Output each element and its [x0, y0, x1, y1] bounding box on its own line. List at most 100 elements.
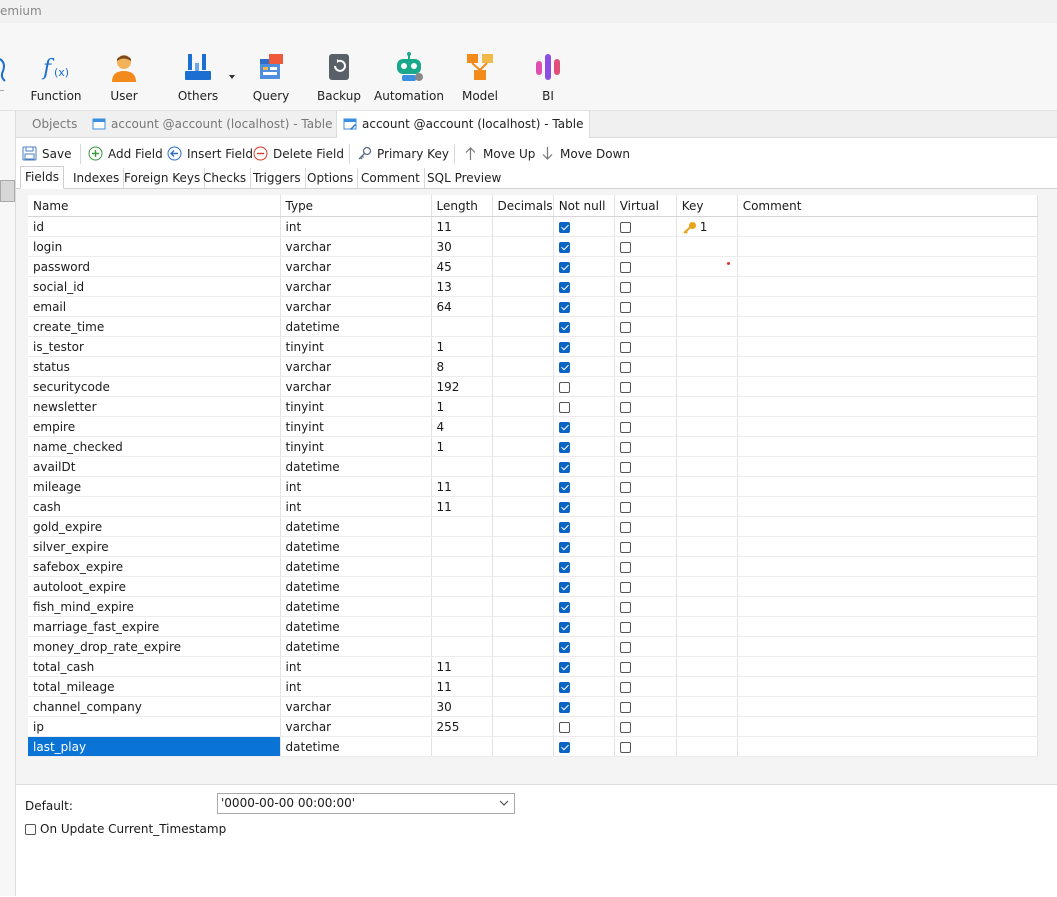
field-not-null-cell[interactable]	[553, 456, 615, 477]
not-null-checkbox[interactable]	[558, 481, 570, 493]
field-comment-cell[interactable]	[737, 236, 1038, 257]
field-not-null-cell[interactable]	[553, 736, 615, 757]
field-decimals-cell[interactable]	[492, 516, 554, 537]
field-length-cell[interactable]	[431, 316, 493, 337]
field-type-cell[interactable]: varchar	[280, 236, 432, 257]
virtual-checkbox[interactable]	[619, 601, 631, 613]
field-name-cell[interactable]: fish_mind_expire	[28, 596, 281, 617]
column-header-not-null[interactable]: Not null	[553, 195, 615, 217]
field-not-null-cell[interactable]	[553, 576, 615, 597]
column-header-virtual[interactable]: Virtual	[614, 195, 677, 217]
column-header-name[interactable]: Name	[28, 195, 281, 217]
not-null-checkbox[interactable]	[558, 681, 570, 693]
tab-checks[interactable]: Checks	[199, 168, 252, 188]
table-row[interactable]: safebox_expire datetime	[28, 556, 1038, 577]
field-comment-cell[interactable]	[737, 396, 1038, 417]
field-decimals-cell[interactable]	[492, 636, 554, 657]
field-length-cell[interactable]	[431, 636, 493, 657]
field-comment-cell[interactable]	[737, 436, 1038, 457]
field-type-cell[interactable]: varchar	[280, 696, 432, 717]
table-row[interactable]: status varchar 8	[28, 356, 1038, 377]
field-name-cell[interactable]: social_id	[28, 276, 281, 297]
field-comment-cell[interactable]	[737, 736, 1038, 757]
field-type-cell[interactable]: datetime	[280, 516, 432, 537]
move-up-button[interactable]: Move Up	[463, 144, 535, 164]
field-not-null-cell[interactable]	[553, 416, 615, 437]
field-not-null-cell[interactable]	[553, 396, 615, 417]
virtual-checkbox[interactable]	[619, 261, 631, 273]
field-name-cell[interactable]: securitycode	[28, 376, 281, 397]
field-name-cell[interactable]: availDt	[28, 456, 281, 477]
column-header-key[interactable]: Key	[676, 195, 738, 217]
column-header-decimals[interactable]: Decimals	[492, 195, 554, 217]
field-decimals-cell[interactable]	[492, 736, 554, 757]
not-null-checkbox[interactable]	[558, 241, 570, 253]
field-not-null-cell[interactable]	[553, 216, 615, 237]
virtual-checkbox[interactable]	[619, 381, 631, 393]
field-virtual-cell[interactable]	[614, 256, 677, 277]
move-down-button[interactable]: Move Down	[540, 144, 630, 164]
field-key-cell[interactable]	[676, 676, 738, 697]
field-name-cell[interactable]: mileage	[28, 476, 281, 497]
not-null-checkbox[interactable]	[558, 601, 570, 613]
field-length-cell[interactable]: 13	[431, 276, 493, 297]
field-not-null-cell[interactable]	[553, 656, 615, 677]
field-type-cell[interactable]: tinyint	[280, 396, 432, 417]
field-comment-cell[interactable]	[737, 696, 1038, 717]
field-decimals-cell[interactable]	[492, 696, 554, 717]
table-row[interactable]: password varchar 45	[28, 256, 1038, 277]
field-comment-cell[interactable]	[737, 496, 1038, 517]
virtual-checkbox[interactable]	[619, 321, 631, 333]
field-decimals-cell[interactable]	[492, 536, 554, 557]
field-length-cell[interactable]	[431, 536, 493, 557]
field-comment-cell[interactable]	[737, 276, 1038, 297]
tab-options[interactable]: Options	[303, 168, 359, 188]
field-decimals-cell[interactable]	[492, 216, 554, 237]
field-name-cell[interactable]: total_cash	[28, 656, 281, 677]
field-comment-cell[interactable]	[737, 716, 1038, 737]
field-type-cell[interactable]: int	[280, 656, 432, 677]
ribbon-automation-button[interactable]: Automation	[374, 23, 444, 110]
field-virtual-cell[interactable]	[614, 336, 677, 357]
field-key-cell[interactable]	[676, 356, 738, 377]
table-row[interactable]: total_mileage int 11	[28, 676, 1038, 697]
field-decimals-cell[interactable]	[492, 276, 554, 297]
field-virtual-cell[interactable]	[614, 456, 677, 477]
field-key-cell[interactable]	[676, 336, 738, 357]
save-button[interactable]: Save	[22, 144, 71, 164]
field-comment-cell[interactable]	[737, 356, 1038, 377]
field-name-cell[interactable]: channel_company	[28, 696, 281, 717]
field-name-cell[interactable]: cash	[28, 496, 281, 517]
field-decimals-cell[interactable]	[492, 376, 554, 397]
field-decimals-cell[interactable]	[492, 256, 554, 277]
field-key-cell[interactable]	[676, 256, 738, 277]
default-value-select[interactable]: '0000-00-00 00:00:00'	[217, 793, 515, 814]
on-update-current-timestamp-checkbox[interactable]: On Update Current_Timestamp	[25, 822, 226, 836]
field-key-cell[interactable]	[676, 276, 738, 297]
virtual-checkbox[interactable]	[619, 561, 631, 573]
field-not-null-cell[interactable]	[553, 536, 615, 557]
field-type-cell[interactable]: varchar	[280, 296, 432, 317]
field-not-null-cell[interactable]	[553, 236, 615, 257]
chevron-down-icon[interactable]	[229, 75, 235, 79]
field-length-cell[interactable]: 4	[431, 416, 493, 437]
field-decimals-cell[interactable]	[492, 396, 554, 417]
field-key-cell[interactable]	[676, 416, 738, 437]
table-row[interactable]: social_id varchar 13	[28, 276, 1038, 297]
field-not-null-cell[interactable]	[553, 356, 615, 377]
field-decimals-cell[interactable]	[492, 456, 554, 477]
field-name-cell[interactable]: total_mileage	[28, 676, 281, 697]
table-row[interactable]: is_testor tinyint 1	[28, 336, 1038, 357]
field-comment-cell[interactable]	[737, 316, 1038, 337]
field-comment-cell[interactable]	[737, 616, 1038, 637]
not-null-checkbox[interactable]	[558, 721, 570, 733]
not-null-checkbox[interactable]	[558, 361, 570, 373]
add-field-button[interactable]: Add Field	[88, 144, 163, 164]
field-length-cell[interactable]: 192	[431, 376, 493, 397]
field-key-cell[interactable]	[676, 376, 738, 397]
field-key-cell[interactable]	[676, 556, 738, 577]
not-null-checkbox[interactable]	[558, 741, 570, 753]
virtual-checkbox[interactable]	[619, 281, 631, 293]
tab-account-table-1[interactable]: account @account (localhost) - Table	[86, 111, 338, 137]
primary-key-button[interactable]: Primary Key	[357, 144, 449, 164]
